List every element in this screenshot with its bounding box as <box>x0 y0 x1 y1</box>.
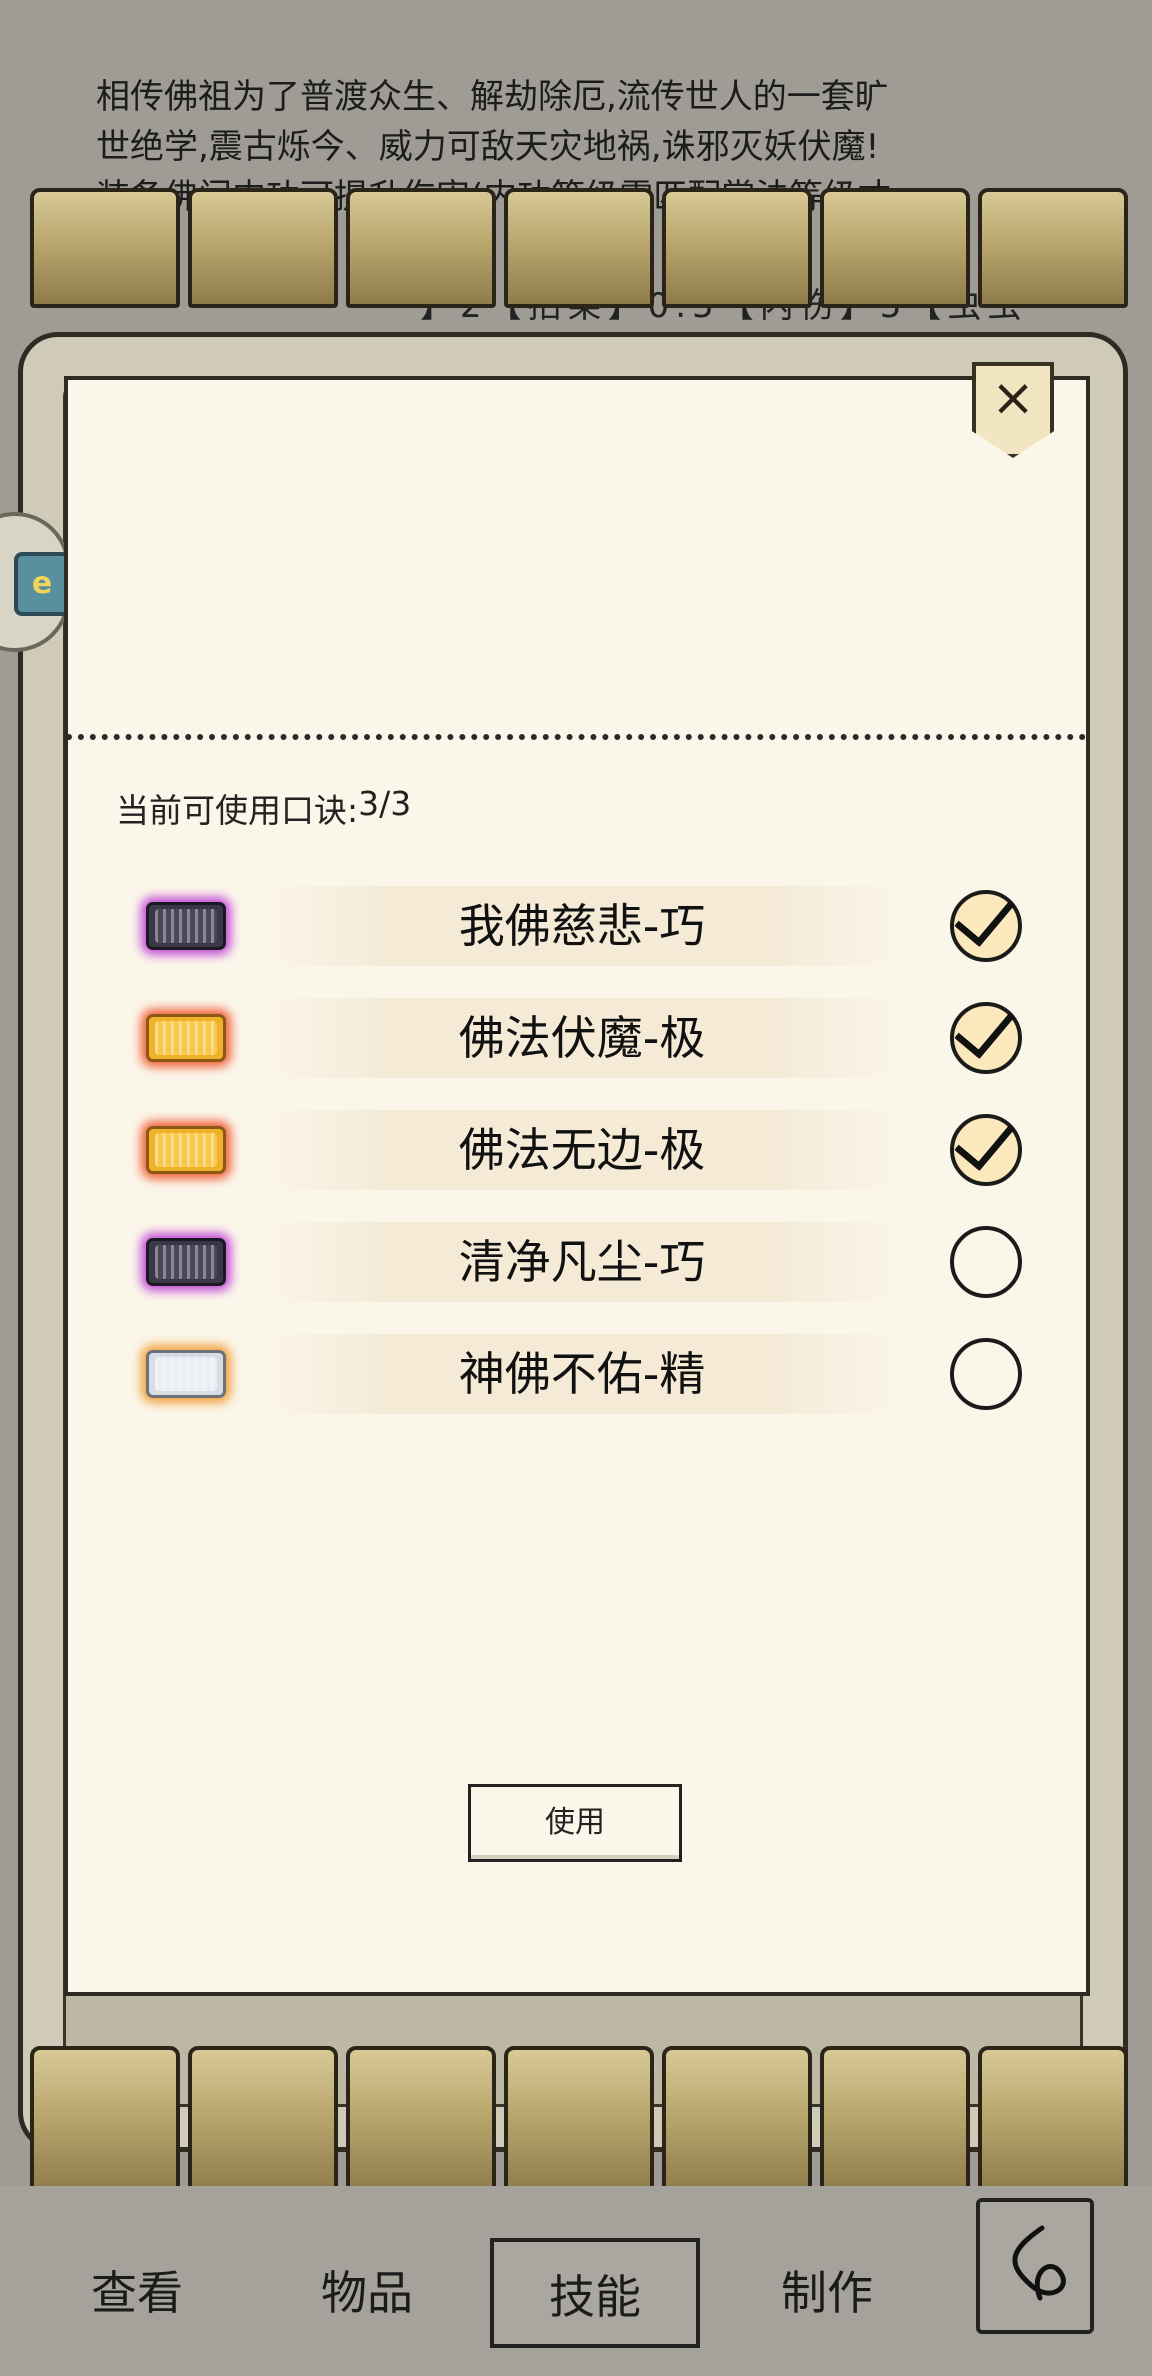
mantra-name: 神佛不佑-精 <box>458 1347 706 1401</box>
mantra-row[interactable]: 清净凡尘-巧 <box>132 1216 1032 1328</box>
scroll-token-icon <box>146 1350 226 1398</box>
tab-items[interactable]: 物品 <box>262 2238 472 2348</box>
mantra-checkbox[interactable] <box>950 1114 1022 1186</box>
scroll-token-icon <box>146 1238 226 1286</box>
mantra-list: 我佛慈悲-巧 佛法伏魔-极 佛法无边-极 清净凡尘-巧 神佛不佑-精 <box>132 880 1032 1440</box>
divider <box>66 734 1086 740</box>
mantra-row[interactable]: 神佛不佑-精 <box>132 1328 1032 1440</box>
tab-craft[interactable]: 制作 <box>722 2238 932 2348</box>
back-button[interactable] <box>976 2198 1094 2334</box>
mantra-name: 清净凡尘-巧 <box>458 1235 706 1289</box>
mantra-checkbox[interactable] <box>950 1226 1022 1298</box>
tab-skills[interactable]: 技能 <box>490 2238 700 2348</box>
bottom-nav: 查看 物品 技能 制作 <box>0 2186 1152 2376</box>
close-icon: × <box>991 368 1035 428</box>
mantra-checkbox[interactable] <box>950 1338 1022 1410</box>
description-line: 世绝学,震古烁今、威力可敌天灾地祸,诛邪灭妖伏魔! <box>96 127 880 167</box>
tab-view[interactable]: 查看 <box>32 2238 242 2348</box>
mantra-checkbox[interactable] <box>950 1002 1022 1074</box>
game-center-icon: e <box>14 552 70 616</box>
mantra-checkbox[interactable] <box>950 890 1022 962</box>
mantra-row[interactable]: 佛法无边-极 <box>132 1104 1032 1216</box>
back-icon <box>1012 2225 1066 2301</box>
scroll-token-icon <box>146 1014 226 1062</box>
mantra-usage-label: 当前可使用口诀: 3/3 <box>116 784 411 832</box>
use-button[interactable]: 使用 <box>468 1784 682 1862</box>
usage-label-text: 当前可使用口诀: <box>116 791 359 830</box>
usage-count: 3/3 <box>358 784 412 823</box>
mantra-name: 佛法无边-极 <box>458 1123 706 1177</box>
scroll-token-icon <box>146 902 226 950</box>
mantra-name: 佛法伏魔-极 <box>458 1011 706 1065</box>
mantra-name: 我佛慈悲-巧 <box>458 899 706 953</box>
description-line: 相传佛祖为了普渡众生、解劫除厄,流传世人的一套旷 <box>96 77 889 117</box>
scroll-token-icon <box>146 1126 226 1174</box>
scroll-top-roller <box>0 188 1152 308</box>
scroll-bottom-roller <box>0 2046 1152 2196</box>
mantra-row[interactable]: 佛法伏魔-极 <box>132 992 1032 1104</box>
mantra-row[interactable]: 我佛慈悲-巧 <box>132 880 1032 992</box>
